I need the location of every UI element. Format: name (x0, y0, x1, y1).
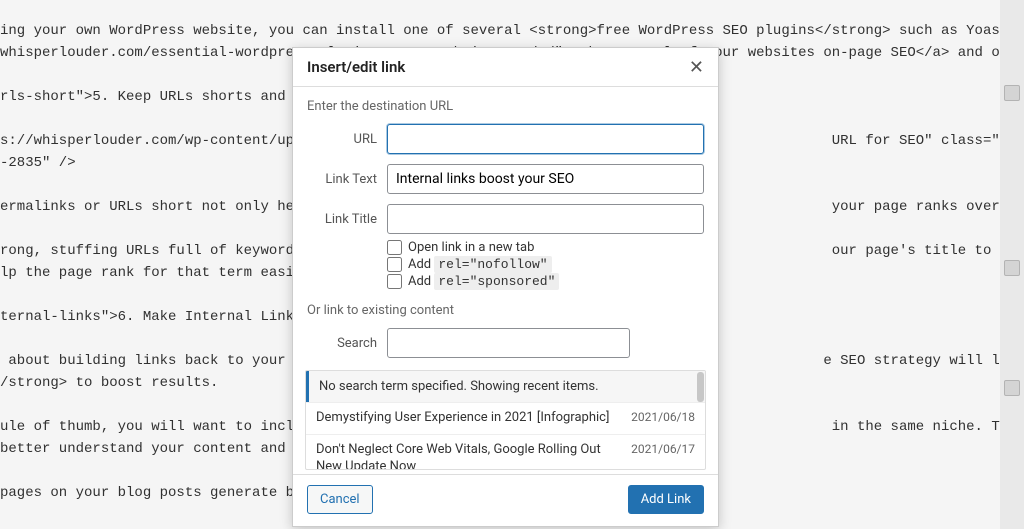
dialog-title: Insert/edit link (307, 58, 405, 76)
result-date: 2021/06/18 (631, 410, 695, 424)
enter-url-note: Enter the destination URL (307, 99, 704, 114)
url-label: URL (307, 132, 377, 147)
link-title-label: Link Title (307, 212, 377, 227)
link-text-input[interactable] (387, 164, 704, 194)
result-title: Demystifying User Experience in 2021 [In… (316, 410, 631, 427)
open-new-tab-checkbox[interactable] (387, 240, 402, 255)
cancel-button[interactable]: Cancel (307, 485, 373, 514)
result-item[interactable]: Demystifying User Experience in 2021 [In… (306, 402, 705, 434)
search-input[interactable] (387, 328, 630, 358)
nofollow-label: Add rel="nofollow" (408, 257, 552, 272)
url-input[interactable] (387, 124, 704, 154)
close-icon[interactable]: ✕ (689, 58, 704, 76)
link-title-input[interactable] (387, 204, 704, 234)
dialog-header: Insert/edit link ✕ (293, 48, 718, 87)
existing-content-results: No search term specified. Showing recent… (305, 370, 706, 470)
nofollow-checkbox[interactable] (387, 257, 402, 272)
link-text-label: Link Text (307, 172, 377, 187)
insert-link-dialog: Insert/edit link ✕ Enter the destination… (292, 47, 719, 527)
sponsored-label: Add rel="sponsored" (408, 274, 559, 289)
result-date: 2021/06/17 (631, 442, 695, 456)
existing-content-note: Or link to existing content (307, 303, 704, 318)
result-item[interactable]: Don't Neglect Core Web Vitals, Google Ro… (306, 434, 705, 470)
results-scrollbar[interactable] (697, 372, 704, 402)
results-header: No search term specified. Showing recent… (306, 371, 705, 402)
search-label: Search (307, 336, 377, 351)
sponsored-checkbox[interactable] (387, 274, 402, 289)
open-new-tab-label: Open link in a new tab (408, 240, 534, 255)
result-title: Don't Neglect Core Web Vitals, Google Ro… (316, 442, 631, 470)
add-link-button[interactable]: Add Link (628, 485, 704, 514)
